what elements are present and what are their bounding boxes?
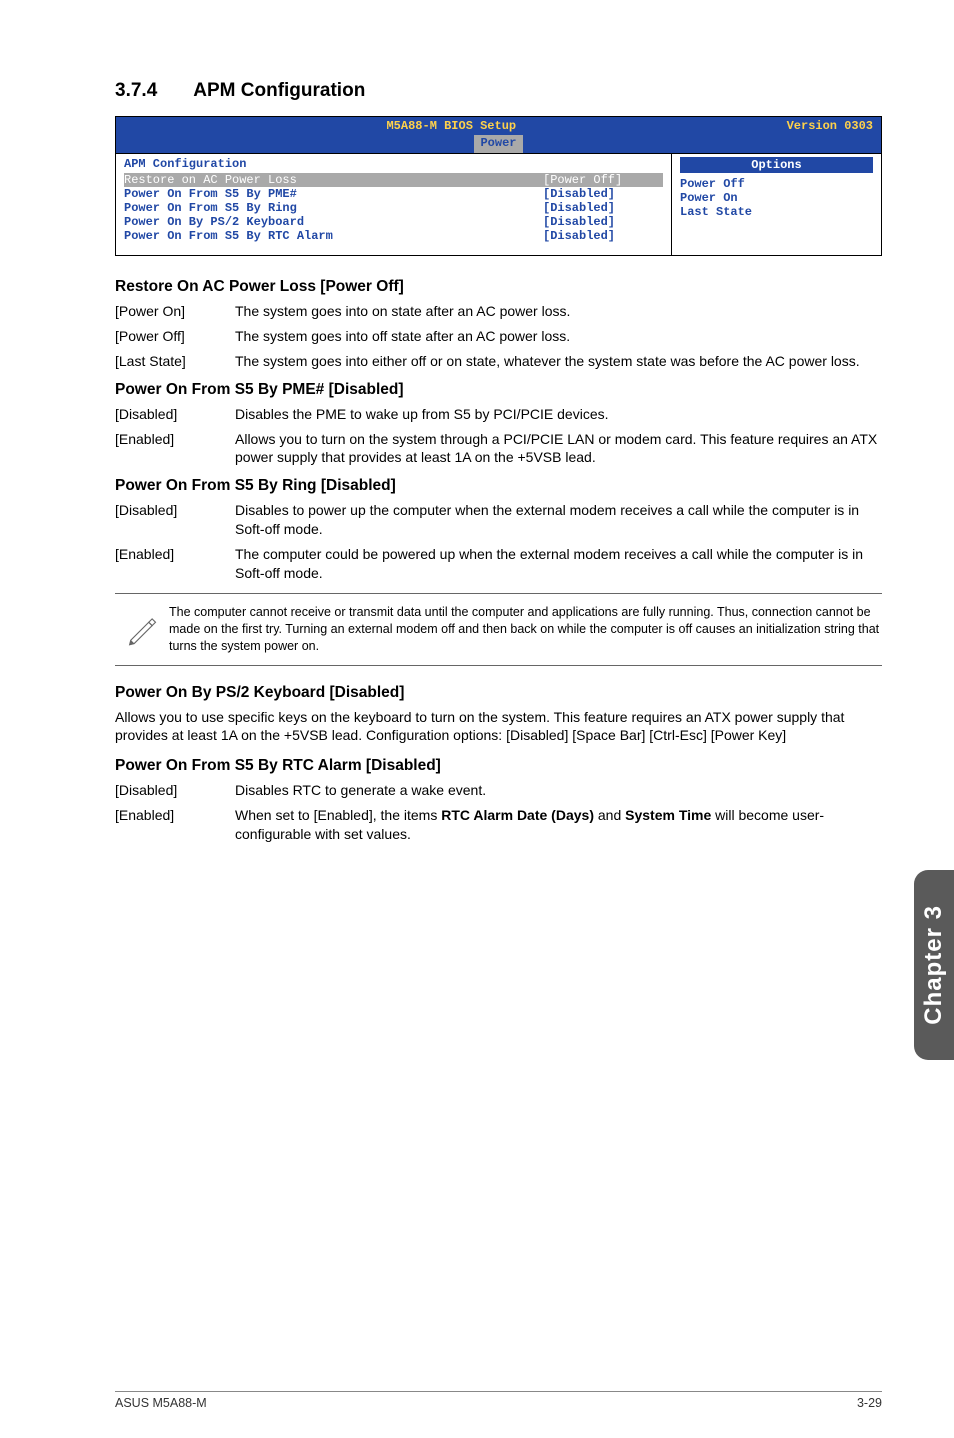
heading-rtc: Power On From S5 By RTC Alarm [Disabled] [115,757,882,775]
chapter-side-tab: Chapter 3 [914,870,954,1060]
pencil-icon [115,604,169,655]
def-key: [Disabled] [115,501,235,539]
bios-option-item: Last State [680,205,873,219]
footer-right: 3-29 [857,1396,882,1410]
def-val: The system goes into either off or on st… [235,352,882,371]
bios-row-rtc: Power On From S5 By RTC Alarm[Disabled] [124,229,663,243]
def-key: [Enabled] [115,430,235,468]
def-val: Disables the PME to wake up from S5 by P… [235,405,882,424]
heading-ring: Power On From S5 By Ring [Disabled] [115,477,882,495]
def-val: Allows you to turn on the system through… [235,430,882,468]
bios-setup-title: M5A88-M BIOS Setup [386,119,516,133]
def-key: [Disabled] [115,781,235,800]
bios-header: M5A88-M BIOS Setup Version 0303 Power [116,117,881,153]
bios-options-header: Options [680,157,873,173]
def-key: [Enabled] [115,545,235,583]
def-row: [Enabled]Allows you to turn on the syste… [115,430,882,468]
heading-restore-ac: Restore On AC Power Loss [Power Off] [115,278,882,296]
heading-ps2: Power On By PS/2 Keyboard [Disabled] [115,684,882,702]
bios-row-ps2: Power On By PS/2 Keyboard[Disabled] [124,215,663,229]
footer-left: ASUS M5A88-M [115,1396,207,1410]
def-row: [Power On]The system goes into on state … [115,302,882,321]
bios-panel-title: APM Configuration [124,157,663,171]
def-key: [Power Off] [115,327,235,346]
bios-row-ring: Power On From S5 By Ring[Disabled] [124,201,663,215]
bios-left-panel: APM Configuration Restore on AC Power Lo… [116,154,671,255]
def-row: [Last State]The system goes into either … [115,352,882,371]
def-row: [Disabled]Disables RTC to generate a wak… [115,781,882,800]
def-val: Disables to power up the computer when t… [235,501,882,539]
def-row: [Disabled]Disables the PME to wake up fr… [115,405,882,424]
heading-pme: Power On From S5 By PME# [Disabled] [115,381,882,399]
section-number: 3.7.4 [115,80,157,102]
chapter-side-tab-label: Chapter 3 [920,905,948,1025]
bios-right-panel: Options Power Off Power On Last State [671,154,881,255]
bios-version: Version 0303 [787,119,881,133]
def-key: [Enabled] [115,806,235,844]
para-ps2: Allows you to use specific keys on the k… [115,708,882,746]
def-row: [Enabled] When set to [Enabled], the ite… [115,806,882,844]
def-val: When set to [Enabled], the items RTC Ala… [235,806,882,844]
bios-menu-tab-power: Power [474,135,522,153]
note-text: The computer cannot receive or transmit … [169,604,882,655]
bios-row-restore-ac: Restore on AC Power Loss[Power Off] [124,173,663,187]
page-footer: ASUS M5A88-M 3-29 [115,1391,882,1410]
def-val: The system goes into off state after an … [235,327,882,346]
def-val: Disables RTC to generate a wake event. [235,781,882,800]
def-key: [Power On] [115,302,235,321]
bios-option-item: Power Off [680,177,873,191]
section-heading: 3.7.4 APM Configuration [115,80,882,102]
def-row: [Power Off]The system goes into off stat… [115,327,882,346]
def-row: [Disabled]Disables to power up the compu… [115,501,882,539]
note-block: The computer cannot receive or transmit … [115,593,882,666]
def-key: [Last State] [115,352,235,371]
def-row: [Enabled]The computer could be powered u… [115,545,882,583]
bios-option-item: Power On [680,191,873,205]
def-val: The computer could be powered up when th… [235,545,882,583]
def-key: [Disabled] [115,405,235,424]
section-title-text: APM Configuration [193,80,365,101]
bios-row-pme: Power On From S5 By PME#[Disabled] [124,187,663,201]
def-val: The system goes into on state after an A… [235,302,882,321]
bios-screenshot: M5A88-M BIOS Setup Version 0303 Power AP… [115,116,882,256]
